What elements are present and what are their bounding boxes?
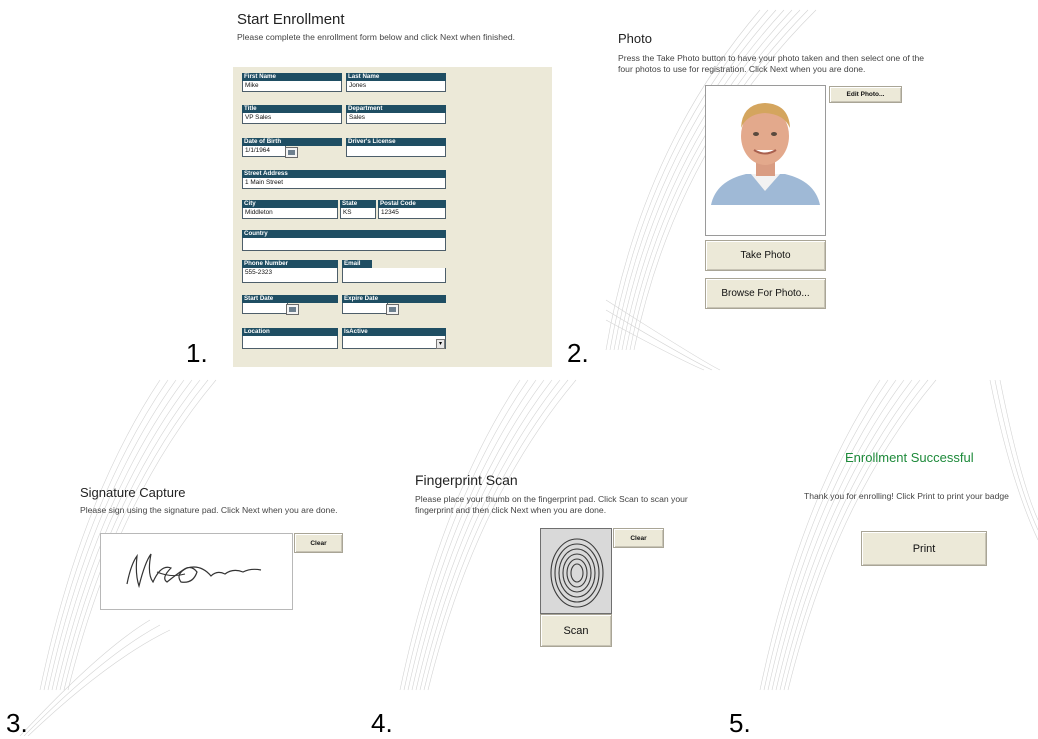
chevron-down-icon[interactable]: ▾ (436, 339, 445, 349)
signature-clear-button[interactable]: Clear (294, 533, 343, 553)
start-date-calendar-icon[interactable] (286, 304, 299, 315)
signature-stroke (126, 553, 262, 589)
step-number: 5. (729, 708, 751, 738)
photo-description: Press the Take Photo button to have your… (618, 53, 925, 74)
city-field: City Middleton (242, 200, 338, 219)
step-number: 4. (371, 708, 393, 738)
enrollment-description: Please complete the enrollment form belo… (237, 32, 516, 42)
postal-code-input[interactable]: 12345 (378, 208, 446, 219)
department-input[interactable]: Sales (346, 113, 446, 124)
street-address-field: Street Address 1 Main Street (242, 170, 446, 189)
enrollment-title: Start Enrollment (237, 11, 345, 28)
step-number: 2. (567, 338, 589, 368)
state-label: State (340, 200, 376, 208)
step-number: 1. (186, 338, 208, 368)
phone-label: Phone Number (242, 260, 338, 268)
fingerprint-clear-button[interactable]: Clear (613, 528, 664, 548)
fingerprint-frame (540, 528, 612, 614)
first-name-input[interactable]: Mike (242, 81, 342, 92)
phone-field: Phone Number 555-2323 (242, 260, 338, 283)
fingerprint-title: Fingerprint Scan (415, 472, 518, 488)
location-field: Location (242, 328, 338, 349)
city-label: City (242, 200, 338, 208)
phone-input[interactable]: 555-2323 (242, 268, 338, 283)
scan-button[interactable]: Scan (540, 614, 612, 647)
photo-title: Photo (618, 31, 652, 46)
country-field: Country (242, 230, 446, 251)
dob-input[interactable]: 1/1/1964 (242, 146, 286, 157)
isactive-field: IsActive (342, 328, 446, 349)
first-name-field: First Name Mike (242, 73, 342, 92)
signature-description: Please sign using the signature pad. Cli… (80, 505, 338, 515)
department-label: Department (346, 105, 446, 113)
street-address-label: Street Address (242, 170, 446, 178)
fingerprint-description: Please place your thumb on the fingerpri… (415, 494, 688, 515)
signature-pad[interactable] (100, 533, 293, 610)
title-label: Title (242, 105, 342, 113)
country-input[interactable] (242, 238, 446, 251)
last-name-input[interactable]: Jones (346, 81, 446, 92)
isactive-select[interactable] (342, 336, 446, 349)
postal-code-field: Postal Code 12345 (378, 200, 446, 219)
state-field: State KS (340, 200, 376, 219)
fingerprint-image (541, 529, 611, 613)
dob-calendar-icon[interactable] (285, 147, 298, 158)
edit-photo-button[interactable]: Edit Photo... (829, 86, 902, 103)
start-date-input[interactable] (242, 303, 288, 314)
take-photo-button[interactable]: Take Photo (705, 240, 826, 271)
isactive-label: IsActive (342, 328, 446, 336)
location-input[interactable] (242, 336, 338, 349)
street-address-input[interactable]: 1 Main Street (242, 178, 446, 189)
email-input[interactable] (342, 268, 446, 283)
email-label: Email (342, 260, 372, 268)
location-label: Location (242, 328, 338, 336)
start-date-label: Start Date (242, 295, 338, 303)
title-field: Title VP Sales (242, 105, 342, 124)
title-input[interactable]: VP Sales (242, 113, 342, 124)
success-title: Enrollment Successful (845, 450, 974, 465)
department-field: Department Sales (346, 105, 446, 124)
drivers-license-label: Driver's License (346, 138, 446, 146)
state-input[interactable]: KS (340, 208, 376, 219)
email-field: Email (342, 260, 446, 283)
portrait-photo (706, 86, 825, 205)
postal-code-label: Postal Code (378, 200, 446, 208)
expire-date-label: Expire Date (342, 295, 446, 303)
last-name-field: Last Name Jones (346, 73, 446, 92)
country-label: Country (242, 230, 446, 238)
step-number: 3. (6, 708, 28, 738)
photo-frame (705, 85, 826, 236)
first-name-label: First Name (242, 73, 342, 81)
success-description: Thank you for enrolling! Click Print to … (804, 491, 1009, 501)
browse-photo-button[interactable]: Browse For Photo... (705, 278, 826, 309)
expire-date-calendar-icon[interactable] (386, 304, 399, 315)
drivers-license-field: Driver's License (346, 138, 446, 157)
dob-label: Date of Birth (242, 138, 342, 146)
city-input[interactable]: Middleton (242, 208, 338, 219)
last-name-label: Last Name (346, 73, 446, 81)
drivers-license-input[interactable] (346, 146, 446, 157)
print-button[interactable]: Print (861, 531, 987, 566)
expire-date-input[interactable] (342, 303, 388, 314)
signature-title: Signature Capture (80, 485, 186, 500)
